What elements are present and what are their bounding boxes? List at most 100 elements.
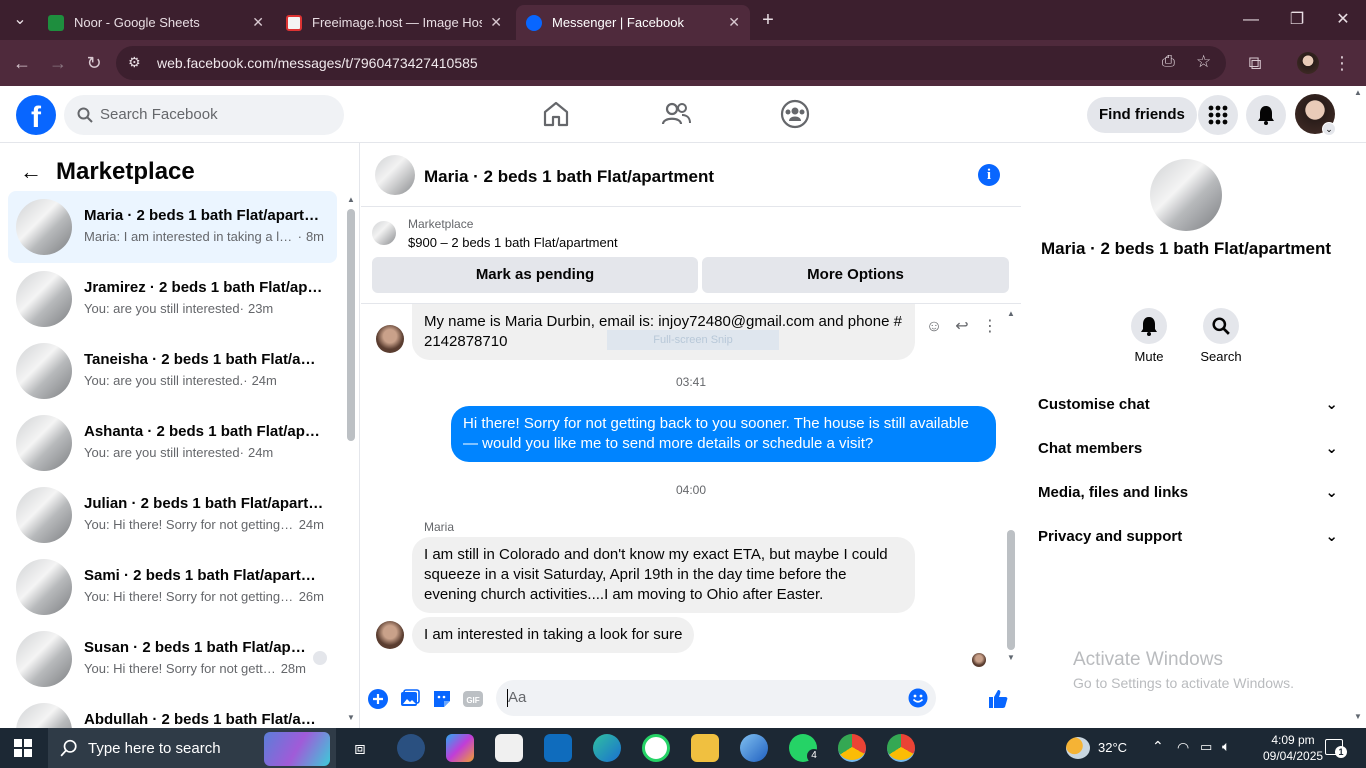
conversation-item[interactable]: Taneisha · 2 beds 1 bath Flat/apartment … xyxy=(8,335,337,407)
address-bar[interactable]: ⚙ web.facebook.com/messages/t/7960473427… xyxy=(116,46,1226,80)
whatsapp-business-icon[interactable]: 4 xyxy=(789,734,821,763)
app-icon[interactable] xyxy=(740,734,768,762)
customise-chat-row[interactable]: Customise chat ⌄ xyxy=(1038,393,1338,417)
site-info-icon[interactable]: ⚙ xyxy=(128,54,141,71)
outlook-icon[interactable] xyxy=(544,734,572,762)
bookmark-star-icon[interactable]: ☆ xyxy=(1196,52,1211,72)
scroll-down-icon[interactable]: ▼ xyxy=(1007,653,1015,662)
mute-button[interactable]: Mute xyxy=(1119,308,1179,364)
windows-start-icon[interactable] xyxy=(14,739,32,757)
close-tab-icon[interactable]: ✕ xyxy=(728,14,740,31)
more-icon[interactable]: ⋮ xyxy=(980,317,1000,337)
notification-center-icon[interactable]: 1 xyxy=(1325,739,1347,758)
mark-as-pending-button[interactable]: Mark as pending xyxy=(372,257,698,293)
close-tab-icon[interactable]: ✕ xyxy=(252,14,264,31)
message-bubble-incoming[interactable]: I am still in Colorado and don't know my… xyxy=(412,537,915,613)
sender-avatar[interactable] xyxy=(376,621,404,649)
message-input[interactable]: Aa xyxy=(496,680,936,716)
tab-messenger[interactable]: Messenger | Facebook ✕ xyxy=(516,5,750,40)
close-tab-icon[interactable]: ✕ xyxy=(490,14,502,31)
whatsapp-icon[interactable] xyxy=(642,734,670,762)
minimize-icon[interactable]: — xyxy=(1239,8,1263,32)
url-text[interactable]: web.facebook.com/messages/t/796047342741… xyxy=(157,55,478,71)
photo-icon[interactable] xyxy=(399,688,421,710)
tab-search-icon[interactable]: ⌄ xyxy=(8,8,32,32)
copilot-icon[interactable] xyxy=(446,734,474,762)
conversation-item[interactable]: Jramirez · 2 beds 1 bath Flat/apartment … xyxy=(8,263,337,335)
listing-title[interactable]: $900 – 2 beds 1 bath Flat/apartment xyxy=(408,235,618,250)
conversation-item[interactable]: Julian · 2 beds 1 bath Flat/apartment Yo… xyxy=(8,479,337,551)
forward-icon[interactable]: → xyxy=(46,51,70,75)
more-options-button[interactable]: More Options xyxy=(702,257,1009,293)
tab-google-sheets[interactable]: Noor - Google Sheets ✕ xyxy=(38,5,274,40)
browser-profile-avatar[interactable] xyxy=(1297,52,1319,74)
search-input[interactable]: Search Facebook xyxy=(64,95,344,135)
close-window-icon[interactable]: ✕ xyxy=(1331,8,1355,32)
chrome-icon[interactable] xyxy=(887,734,915,762)
chat-title[interactable]: Maria · 2 beds 1 bath Flat/apartment xyxy=(424,167,714,187)
info-icon[interactable]: i xyxy=(978,164,1000,186)
chat-scrollbar[interactable] xyxy=(1007,530,1015,650)
conversation-item[interactable]: Sami · 2 beds 1 bath Flat/apartment You:… xyxy=(8,551,337,623)
menu-button[interactable] xyxy=(1198,95,1238,135)
details-avatar[interactable] xyxy=(1150,159,1222,231)
home-icon[interactable] xyxy=(540,98,572,130)
file-explorer-icon[interactable] xyxy=(691,734,719,762)
back-arrow-icon[interactable]: ← xyxy=(20,159,42,185)
conversation-item[interactable]: Ashanta · 2 beds 1 bath Flat/apartment Y… xyxy=(8,407,337,479)
sticker-icon[interactable] xyxy=(431,688,453,710)
find-friends-button[interactable]: Find friends xyxy=(1087,97,1197,133)
install-app-icon[interactable]: ⎙ xyxy=(1162,53,1175,71)
edge-icon[interactable] xyxy=(593,734,621,762)
reply-icon[interactable]: ↩ xyxy=(952,317,972,337)
task-view-icon[interactable]: ⧈ xyxy=(346,734,374,762)
search-in-chat-button[interactable]: Search xyxy=(1191,308,1251,364)
conversation-item[interactable]: Maria · 2 beds 1 bath Flat/apartment Mar… xyxy=(8,191,337,263)
maximize-icon[interactable]: ❐ xyxy=(1285,8,1309,32)
react-icon[interactable]: ☺ xyxy=(924,317,944,337)
reload-icon[interactable]: ↻ xyxy=(82,51,106,75)
scroll-up-icon[interactable]: ▲ xyxy=(1354,88,1362,97)
privacy-support-row[interactable]: Privacy and support ⌄ xyxy=(1038,525,1338,549)
sender-avatar[interactable] xyxy=(376,325,404,353)
chat-avatar[interactable] xyxy=(375,155,415,195)
conversation-item[interactable]: Susan · 2 beds 1 bath Flat/apartment You… xyxy=(8,623,337,695)
chevron-down-icon[interactable]: ⌄ xyxy=(1322,122,1336,136)
temperature-text[interactable]: 32°C xyxy=(1098,740,1127,755)
app-icon[interactable] xyxy=(397,734,425,762)
gif-icon[interactable]: GIF xyxy=(462,688,484,710)
message-bubble-outgoing[interactable]: Hi there! Sorry for not getting back to … xyxy=(451,406,996,462)
chat-members-row[interactable]: Chat members ⌄ xyxy=(1038,437,1338,461)
listing-thumbnail[interactable] xyxy=(372,221,396,245)
like-icon[interactable] xyxy=(987,688,1009,710)
back-icon[interactable]: ← xyxy=(10,51,34,75)
scroll-up-icon[interactable]: ▲ xyxy=(1007,309,1015,318)
system-clock[interactable]: 4:09 pm 09/04/2025 xyxy=(1263,732,1323,764)
browser-menu-icon[interactable]: ⋮ xyxy=(1330,51,1354,75)
conversation-item[interactable]: Abdullah · 2 beds 1 bath Flat/apartment xyxy=(8,695,337,728)
plus-icon[interactable] xyxy=(367,688,389,710)
scroll-up-icon[interactable]: ▲ xyxy=(347,195,355,204)
message-bubble-incoming[interactable]: I am interested in taking a look for sur… xyxy=(412,617,695,653)
scroll-down-icon[interactable]: ▼ xyxy=(1354,712,1362,721)
facebook-logo-icon[interactable]: f xyxy=(16,95,56,135)
battery-icon[interactable]: ▭ xyxy=(1200,739,1212,755)
notifications-button[interactable] xyxy=(1246,95,1286,135)
chevron-up-icon[interactable]: ⌃ xyxy=(1152,738,1164,755)
volume-icon[interactable]: 🔈︎ xyxy=(1222,738,1230,755)
network-icon[interactable]: ◠ xyxy=(1177,739,1189,756)
new-tab-icon[interactable]: + xyxy=(756,8,780,32)
groups-icon[interactable] xyxy=(779,98,811,130)
media-files-links-row[interactable]: Media, files and links ⌄ xyxy=(1038,481,1338,505)
sidebar-scrollbar[interactable] xyxy=(347,209,355,441)
chrome-icon[interactable] xyxy=(838,734,866,762)
scroll-down-icon[interactable]: ▼ xyxy=(347,713,355,722)
tab-freeimage[interactable]: Freeimage.host — Image Hosting ✕ xyxy=(276,5,512,40)
taskbar-search[interactable]: Type here to search xyxy=(48,728,336,768)
extensions-icon[interactable]: ⧉ xyxy=(1243,51,1267,75)
weather-icon[interactable] xyxy=(1066,737,1090,759)
page-scrollbar[interactable]: ▲ ▼ xyxy=(1352,86,1366,728)
friends-icon[interactable] xyxy=(660,98,692,130)
emoji-icon[interactable] xyxy=(908,688,928,708)
microsoft-store-icon[interactable] xyxy=(495,734,523,762)
